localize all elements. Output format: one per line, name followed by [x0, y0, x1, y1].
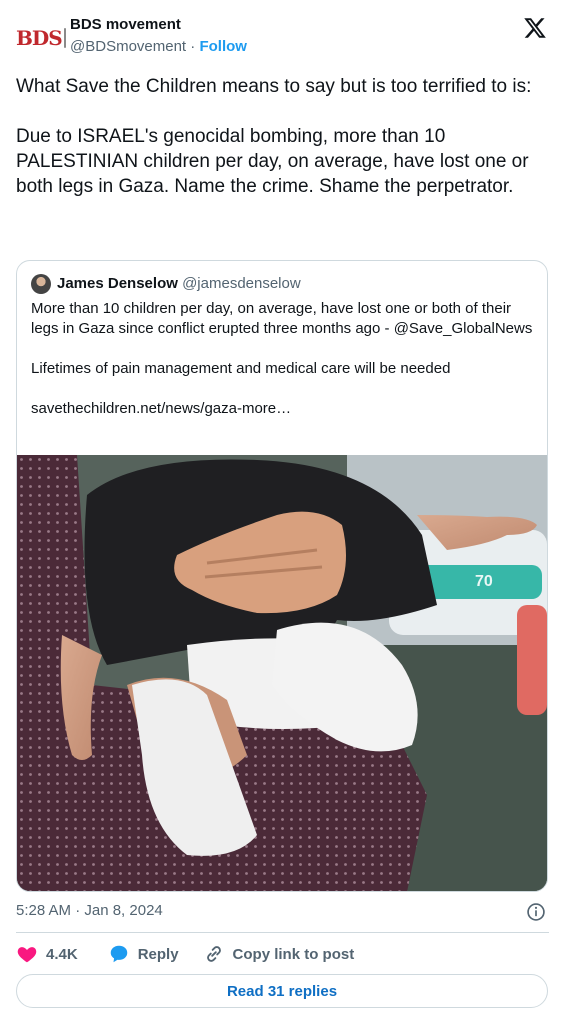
- bds-logo-mark: [63, 28, 66, 48]
- post-timestamp[interactable]: 5:28 AM · Jan 8, 2024: [16, 902, 163, 919]
- quoted-media-image[interactable]: 70: [17, 455, 547, 891]
- tweet-text: What Save the Children means to say but …: [16, 76, 532, 197]
- like-count: 4.4K: [46, 945, 78, 963]
- x-logo-icon[interactable]: [523, 16, 547, 40]
- author-handle-line: @BDSmovement · Follow: [70, 38, 247, 55]
- quoted-text: More than 10 children per day, on averag…: [31, 300, 533, 417]
- link-icon: [206, 946, 221, 962]
- heart-icon: [17, 947, 37, 963]
- bds-logo-text: BDS: [16, 26, 63, 50]
- reply-button[interactable]: Reply: [108, 943, 179, 965]
- author-handle[interactable]: @BDSmovement: [70, 38, 186, 55]
- copy-link-button[interactable]: Copy link to post: [203, 943, 355, 965]
- handle-separator: ·: [190, 38, 196, 55]
- copy-link-label: Copy link to post: [232, 945, 355, 963]
- info-icon[interactable]: [526, 902, 546, 922]
- quoted-author-line: James Denselow @jamesdenselow: [57, 275, 301, 292]
- reply-label: Reply: [137, 945, 179, 963]
- quoted-avatar[interactable]: [31, 274, 51, 294]
- read-replies-button[interactable]: Read 31 replies: [16, 974, 548, 1008]
- quoted-author-handle[interactable]: @jamesdenselow: [182, 275, 301, 292]
- like-button[interactable]: 4.4K: [16, 943, 78, 965]
- reply-icon: [110, 945, 127, 963]
- read-replies-label: Read 31 replies: [226, 982, 338, 1000]
- pack-label: 70: [475, 573, 493, 590]
- quoted-author-name[interactable]: James Denselow: [57, 275, 178, 292]
- bds-avatar-logo[interactable]: BDS: [16, 26, 66, 50]
- follow-link[interactable]: Follow: [199, 38, 247, 55]
- action-bar: 4.4K Reply Copy link to post: [16, 942, 354, 966]
- actions-divider: [16, 932, 549, 933]
- media-photo-illustration: 70: [17, 455, 547, 891]
- tweet-header: BDS BDS movement @BDSmovement · Follow: [16, 14, 549, 58]
- quoted-tweet[interactable]: James Denselow @jamesdenselow More than …: [16, 260, 548, 892]
- author-name[interactable]: BDS movement: [70, 16, 181, 33]
